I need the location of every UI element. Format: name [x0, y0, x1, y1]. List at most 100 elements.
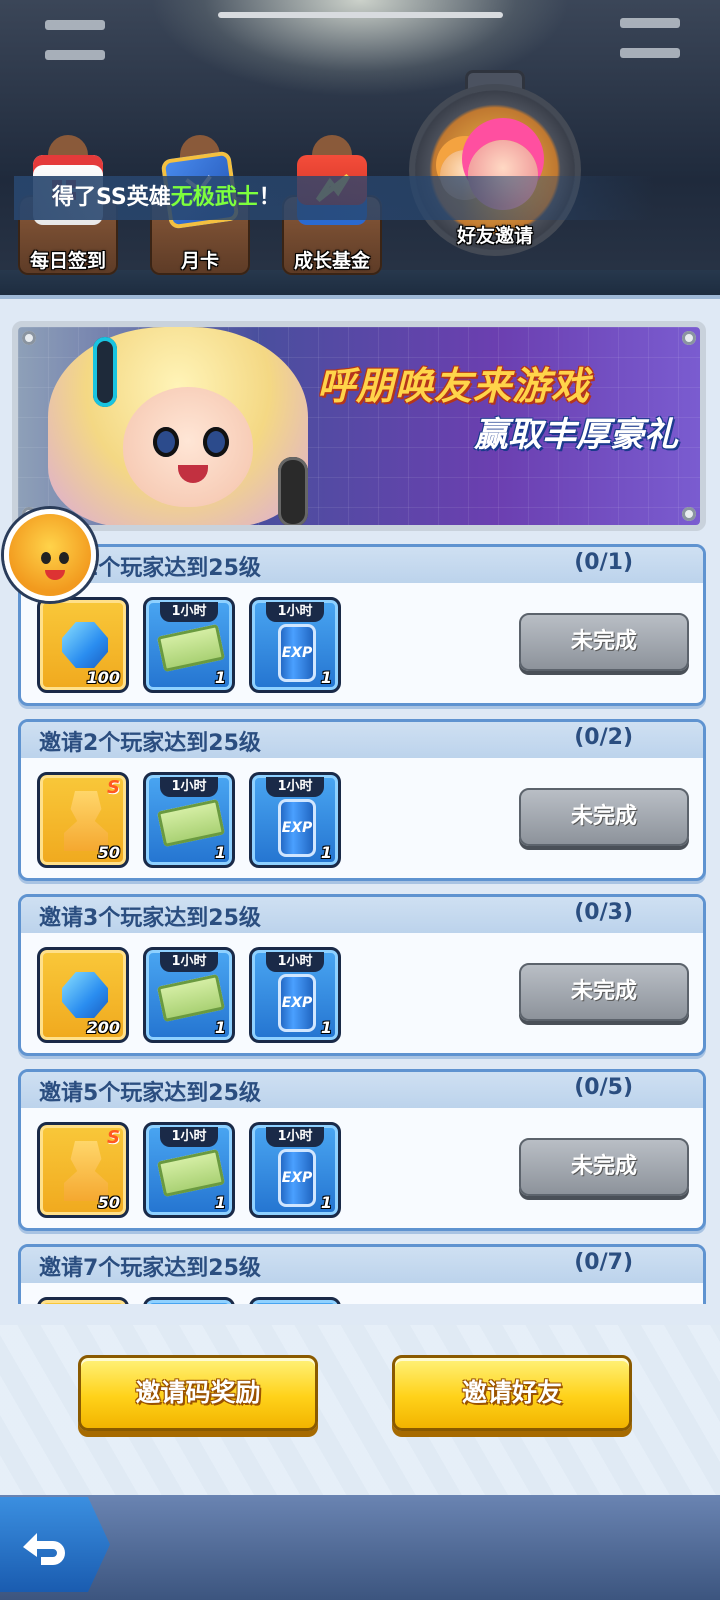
- reward-time: 1小时: [266, 952, 324, 972]
- headphone-icon: [93, 337, 117, 407]
- reward-time: 1小时: [266, 1127, 324, 1147]
- hero-shard-icon: [64, 791, 108, 851]
- mascot-mouth: [45, 570, 65, 580]
- hero-shard-icon: [64, 1141, 108, 1201]
- quest-card: 邀请3个玩家达到25级 (0/3) 200 1小时 1 1小时 EXP 1 未完…: [18, 894, 706, 1056]
- reward-count: 1: [320, 1193, 332, 1212]
- ceiling-light: [620, 18, 680, 28]
- reward-exp[interactable]: 1小时 EXP 1: [249, 947, 341, 1043]
- ticker-prefix: 得了SS英雄: [52, 185, 171, 210]
- money-icon: [156, 623, 226, 673]
- exp-can-icon: EXP: [278, 974, 316, 1032]
- bolt-icon: [22, 331, 36, 345]
- exp-can-icon: EXP: [278, 799, 316, 857]
- back-arrow-icon: [23, 1532, 65, 1565]
- reward-count: 1: [320, 668, 332, 687]
- drag-handle[interactable]: [218, 12, 503, 18]
- money-icon: [156, 1148, 226, 1198]
- invite-friend-button[interactable]: 邀请好友: [392, 1355, 632, 1431]
- quest-card: 邀请5个玩家达到25级 (0/5) S 50 1小时 1 1小时 EXP 1 未…: [18, 1069, 706, 1231]
- microphone-icon: [278, 457, 308, 525]
- reward-exp[interactable]: 1小时 EXP 1: [249, 597, 341, 693]
- quest-card: 邀请1个玩家达到25级 (0/1) 100 1小时 1 1小时 EXP 1 未完…: [18, 544, 706, 706]
- reward-slot[interactable]: [249, 1297, 341, 1304]
- event-banner: 呼朋唤友来游戏 赢取丰厚豪礼: [12, 321, 706, 531]
- invite-code-reward-button[interactable]: 邀请码奖励: [78, 1355, 318, 1431]
- mascot-avatar[interactable]: [4, 509, 96, 601]
- reward-count: 1: [214, 668, 226, 687]
- reward-grade: S: [107, 777, 120, 798]
- reward-grade: S: [107, 1127, 120, 1148]
- exp-can-icon: EXP: [278, 624, 316, 682]
- reward-slot[interactable]: [143, 1297, 235, 1304]
- quest-progress: (0/1): [574, 550, 633, 575]
- reward-count: 1: [320, 1018, 332, 1037]
- reward-hero-shard[interactable]: S 50: [37, 772, 129, 868]
- mascot-eye: [41, 552, 51, 564]
- reward-gem[interactable]: 100: [37, 597, 129, 693]
- ceiling-light: [45, 50, 105, 60]
- quest-card: 邀请2个玩家达到25级 (0/2) S 50 1小时 1 1小时 EXP 1 未…: [18, 719, 706, 881]
- reward-count: 1: [320, 843, 332, 862]
- money-icon: [156, 973, 226, 1023]
- character-face: [123, 387, 253, 507]
- gem-icon: [62, 972, 108, 1018]
- tab-label: 每日签到: [29, 250, 106, 272]
- quest-progress: (0/3): [574, 900, 633, 925]
- back-button[interactable]: [0, 1497, 110, 1592]
- reward-exp[interactable]: 1小时 EXP 1: [249, 772, 341, 868]
- ticker-suffix: ！: [258, 185, 281, 210]
- ceiling-light: [45, 20, 105, 30]
- tab-friend-invite[interactable]: 好友邀请: [410, 70, 580, 270]
- reward-time: 1小时: [160, 1127, 218, 1147]
- bolt-icon: [682, 507, 696, 521]
- reward-count: 200: [86, 1018, 120, 1037]
- reward-count: 100: [86, 668, 120, 687]
- incomplete-button[interactable]: 未完成: [519, 613, 689, 671]
- reward-count: 1: [214, 843, 226, 862]
- tab-label: 成长基金: [293, 250, 370, 272]
- exp-can-icon: EXP: [278, 1149, 316, 1207]
- quest-progress: (0/5): [574, 1075, 633, 1100]
- banner-character: [28, 327, 328, 525]
- quest-progress: (0/7): [574, 1250, 633, 1275]
- reward-money[interactable]: 1小时 1: [143, 947, 235, 1043]
- reward-count: 1: [214, 1018, 226, 1037]
- quest-title: 邀请7个玩家达到25级: [39, 1256, 261, 1281]
- reward-time: 1小时: [266, 602, 324, 622]
- reward-exp[interactable]: 1小时 EXP 1: [249, 1122, 341, 1218]
- incomplete-button[interactable]: 未完成: [519, 1138, 689, 1196]
- gem-icon: [62, 622, 108, 668]
- reward-time: 1小时: [160, 952, 218, 972]
- reward-gem[interactable]: 200: [37, 947, 129, 1043]
- quest-card: 邀请7个玩家达到25级 (0/7): [18, 1244, 706, 1304]
- ticker-highlight: 无极武士: [170, 185, 259, 210]
- main-panel: 呼朋唤友来游戏 赢取丰厚豪礼 邀请1个玩家达到25级 (0/1) 100 1小时…: [0, 295, 720, 1325]
- money-icon: [156, 798, 226, 848]
- character-eye: [203, 427, 229, 457]
- quest-title: 邀请3个玩家达到25级: [39, 906, 261, 931]
- reward-count: 1: [214, 1193, 226, 1212]
- banner-title-line2: 赢取丰厚豪礼: [474, 415, 678, 455]
- character-eye: [153, 427, 179, 457]
- reward-money[interactable]: 1小时 1: [143, 597, 235, 693]
- mascot-eye: [59, 552, 69, 564]
- reward-time: 1小时: [266, 777, 324, 797]
- tab-label: 好友邀请: [456, 225, 533, 247]
- reward-slot[interactable]: [37, 1297, 129, 1304]
- quest-title: 邀请2个玩家达到25级: [39, 731, 261, 756]
- tab-label: 月卡: [180, 250, 219, 272]
- quest-list[interactable]: 邀请1个玩家达到25级 (0/1) 100 1小时 1 1小时 EXP 1 未完…: [0, 544, 720, 1304]
- bottom-action-area: 邀请码奖励 邀请好友: [0, 1325, 720, 1495]
- reward-count: 50: [97, 1193, 120, 1212]
- reward-money[interactable]: 1小时 1: [143, 1122, 235, 1218]
- incomplete-button[interactable]: 未完成: [519, 788, 689, 846]
- bolt-icon: [682, 331, 696, 345]
- incomplete-button[interactable]: 未完成: [519, 963, 689, 1021]
- banner-title-line1: 呼朋唤友来游戏: [316, 364, 590, 408]
- quest-progress: (0/2): [574, 725, 633, 750]
- ceiling-light: [620, 48, 680, 58]
- reward-hero-shard[interactable]: S 50: [37, 1122, 129, 1218]
- quest-title: 邀请5个玩家达到25级: [39, 1081, 261, 1106]
- reward-money[interactable]: 1小时 1: [143, 772, 235, 868]
